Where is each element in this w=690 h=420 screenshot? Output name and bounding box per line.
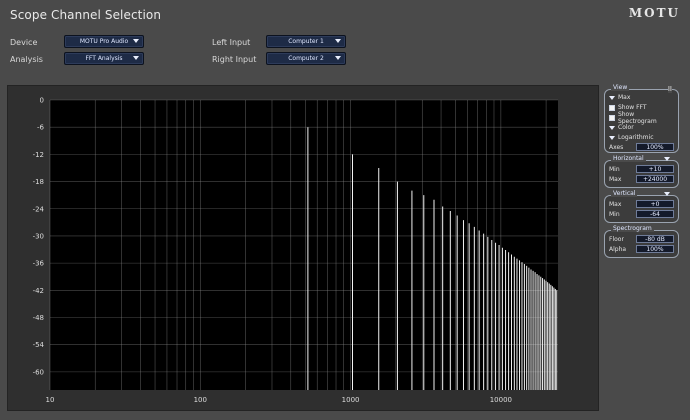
spectrogram-floor-field[interactable]: -80 dB	[636, 235, 674, 243]
y-tick-label: 0	[40, 97, 44, 105]
view-item-label: Max	[618, 94, 631, 101]
spectrogram-alpha-field[interactable]: 100%	[636, 245, 674, 253]
fft-plot-area[interactable]: 0 -6 -12 -18 -24 -30 -36 -42 -48 -54 -60 10 100 1000 1…	[7, 85, 599, 411]
right-input-label: Right Input	[212, 55, 257, 64]
show-spectrogram-checkbox[interactable]: Show Spectrogram	[609, 111, 674, 125]
view-item-color[interactable]: Color	[609, 123, 674, 132]
view-panel-title: View	[611, 84, 630, 91]
horizontal-panel: Horizontal Min +10 Max +24000	[604, 155, 679, 188]
analysis-value: FFT Analysis	[85, 55, 123, 62]
x-tick-label: 10000	[490, 396, 512, 404]
vertical-min-field[interactable]: -64	[636, 210, 674, 218]
y-tick-label: -60	[33, 368, 44, 376]
y-tick-label: -24	[33, 205, 45, 213]
triangle-icon	[609, 135, 615, 140]
y-tick-label: -30	[33, 232, 44, 240]
y-tick-label: -42	[33, 287, 44, 295]
chevron-down-icon	[133, 39, 139, 43]
y-tick-label: -54	[33, 341, 45, 349]
vertical-max-field[interactable]: +0	[636, 200, 674, 208]
spectrogram-alpha-label: Alpha	[609, 246, 627, 253]
left-input-label: Left Input	[212, 38, 251, 47]
motu-logo: MOTU	[628, 6, 680, 20]
x-tick-label: 100	[194, 396, 207, 404]
spectrogram-panel-title: Spectrogram	[611, 225, 654, 232]
horizontal-max-label: Max	[609, 176, 622, 183]
view-item-logarithmic[interactable]: Logarithmic	[609, 133, 674, 142]
chevron-down-icon[interactable]	[664, 157, 670, 161]
right-input-value: Computer 2	[288, 55, 324, 62]
device-dropdown[interactable]: MOTU Pro Audio	[64, 35, 144, 48]
triangle-icon	[609, 125, 615, 130]
analysis-label: Analysis	[10, 55, 43, 64]
y-tick-label: -48	[33, 314, 44, 322]
spectrogram-floor-label: Floor	[609, 236, 624, 243]
analysis-dropdown[interactable]: FFT Analysis	[64, 52, 144, 65]
chevron-down-icon	[335, 56, 341, 60]
checkbox-icon	[609, 114, 615, 121]
axes-label: Axes	[609, 144, 624, 151]
x-tick-label: 1000	[342, 396, 360, 404]
y-tick-label: -18	[33, 178, 44, 186]
horizontal-panel-title: Horizontal	[611, 155, 646, 162]
checkbox-icon	[609, 104, 615, 111]
chevron-down-icon	[133, 56, 139, 60]
view-item-max[interactable]: Max	[609, 93, 674, 102]
chevron-down-icon	[335, 39, 341, 43]
horizontal-min-label: Min	[609, 166, 620, 173]
vertical-panel: Vertical Max +0 Min -64	[604, 190, 679, 223]
left-input-value: Computer 1	[288, 38, 324, 45]
y-tick-label: -12	[33, 151, 44, 159]
view-panel: View II Max Show FFT Show Spectrogram Co…	[604, 84, 679, 153]
chevron-down-icon[interactable]	[664, 192, 670, 196]
right-input-dropdown[interactable]: Computer 2	[266, 52, 346, 65]
device-value: MOTU Pro Audio	[79, 38, 129, 45]
device-label: Device	[10, 38, 38, 47]
horizontal-min-field[interactable]: +10	[636, 165, 674, 173]
plot-background	[50, 100, 558, 390]
vertical-max-label: Max	[609, 201, 622, 208]
view-item-label: Logarithmic	[618, 134, 654, 141]
left-input-dropdown[interactable]: Computer 1	[266, 35, 346, 48]
window-title: Scope Channel Selection	[10, 8, 162, 22]
view-item-label: Color	[618, 124, 634, 131]
y-tick-label: -6	[37, 124, 45, 132]
vertical-panel-title: Vertical	[611, 190, 638, 197]
fft-chart[interactable]: 0 -6 -12 -18 -24 -30 -36 -42 -48 -54 -60 10 100 1000 1…	[8, 86, 598, 410]
vertical-min-label: Min	[609, 211, 620, 218]
spectrogram-panel: Spectrogram Floor -80 dB Alpha 100%	[604, 225, 679, 258]
axes-field[interactable]: 100%	[636, 143, 674, 151]
horizontal-max-field[interactable]: +24000	[636, 175, 674, 183]
triangle-icon	[609, 95, 615, 100]
y-tick-label: -36	[33, 260, 45, 268]
x-tick-label: 10	[46, 396, 55, 404]
pause-button[interactable]: II	[667, 85, 672, 93]
